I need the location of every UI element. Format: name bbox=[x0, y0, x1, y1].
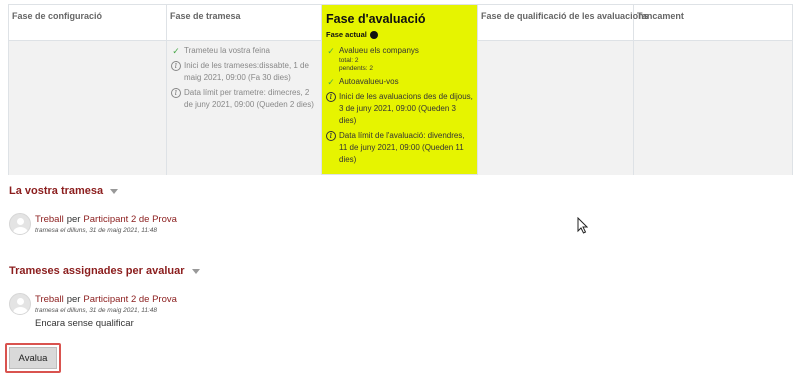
submission-title-link[interactable]: Treball bbox=[35, 214, 64, 225]
task-detail: total: 2 bbox=[339, 57, 359, 64]
task-item: i Data límit de l'avaluació: divendres, … bbox=[326, 130, 473, 166]
info-icon: i bbox=[171, 88, 181, 98]
task-item: ✓ Avalueu els companys bbox=[327, 46, 419, 56]
task-item: i Data límit per trametre: dimecres, 2 d… bbox=[171, 87, 317, 111]
current-phase-label: Fase actual bbox=[326, 30, 473, 39]
assigned-submission-entry: Treball per Participant 2 de Prova tramesa… bbox=[9, 293, 177, 329]
submission-timestamp: tramesa el dilluns, 31 de maig 2021, 11:… bbox=[35, 227, 158, 234]
check-icon: ✓ bbox=[327, 77, 335, 87]
collapse-caret-icon[interactable] bbox=[191, 268, 200, 274]
grading-status: Encara sense qualificar bbox=[35, 318, 134, 329]
phase-title: Tancament bbox=[634, 5, 792, 41]
mouse-cursor-icon bbox=[577, 217, 588, 234]
submission-title-link[interactable]: Treball bbox=[35, 294, 64, 305]
task-item: i Inici de les avaluacions des de dijous… bbox=[326, 91, 473, 127]
check-icon: ✓ bbox=[327, 46, 335, 56]
task-detail: pendents: 2 bbox=[339, 65, 373, 72]
workshop-phases-table: Fase de configuració Fase de tramesa ✓ T… bbox=[8, 4, 793, 175]
author-link[interactable]: Participant 2 de Prova bbox=[83, 214, 176, 225]
avatar bbox=[9, 293, 31, 315]
phase-title: Fase de tramesa bbox=[167, 5, 321, 41]
assigned-submissions-heading[interactable]: Trameses assignades per avaluar bbox=[9, 265, 200, 277]
avatar bbox=[9, 213, 31, 235]
phase-closed: Tancament bbox=[634, 5, 792, 175]
assess-button[interactable]: Avalua bbox=[9, 347, 57, 369]
phase-assessment-current: Fase d'avaluació Fase actual ✓ Avalueu e… bbox=[322, 5, 478, 174]
phase-setup: Fase de configuració bbox=[9, 5, 167, 175]
submission-entry: Treball per Participant 2 de Prova tramesa… bbox=[9, 213, 177, 235]
info-icon: i bbox=[326, 131, 336, 141]
phase-submission: Fase de tramesa ✓ Trameteu la vostra fei… bbox=[167, 5, 322, 175]
task-item: i Inici de les trameses:dissabte, 1 de m… bbox=[171, 60, 317, 84]
submission-timestamp: tramesa el dilluns, 31 de maig 2021, 11:… bbox=[35, 307, 158, 314]
phase-title: Fase d'avaluació bbox=[326, 12, 426, 26]
collapse-caret-icon[interactable] bbox=[110, 188, 119, 194]
info-icon: i bbox=[171, 61, 181, 71]
assess-button-highlight: Avalua bbox=[5, 343, 61, 373]
task-item: ✓ Autoavalueu-vos bbox=[327, 77, 399, 87]
phase-title: Fase de configuració bbox=[9, 5, 166, 41]
task-item: ✓ Trameteu la vostra feina bbox=[172, 46, 270, 56]
phase-title: Fase de qualificació de les avaluacions bbox=[478, 5, 649, 41]
info-icon: i bbox=[326, 92, 336, 102]
current-phase-dot-icon bbox=[369, 30, 378, 39]
check-icon: ✓ bbox=[172, 46, 180, 56]
author-link[interactable]: Participant 2 de Prova bbox=[83, 294, 176, 305]
phase-grading-evaluation: Fase de qualificació de les avaluacions bbox=[478, 5, 649, 175]
your-submission-heading[interactable]: La vostra tramesa bbox=[9, 185, 119, 197]
